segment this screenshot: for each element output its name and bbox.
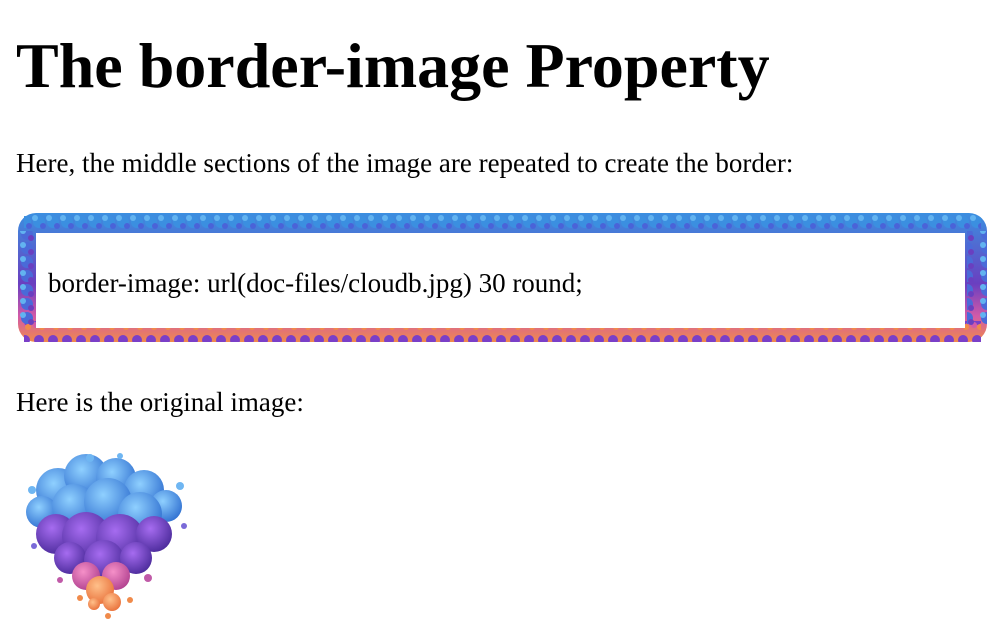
original-image-label: Here is the original image: [16, 387, 304, 417]
intro-paragraph: Here, the middle sections of the image a… [16, 148, 794, 178]
cloud-heart-image-icon [26, 453, 187, 619]
page-title: The border-image Property [16, 30, 770, 101]
border-image-demo-text: border-image: url(doc-files/cloudb.jpg) … [48, 268, 583, 298]
